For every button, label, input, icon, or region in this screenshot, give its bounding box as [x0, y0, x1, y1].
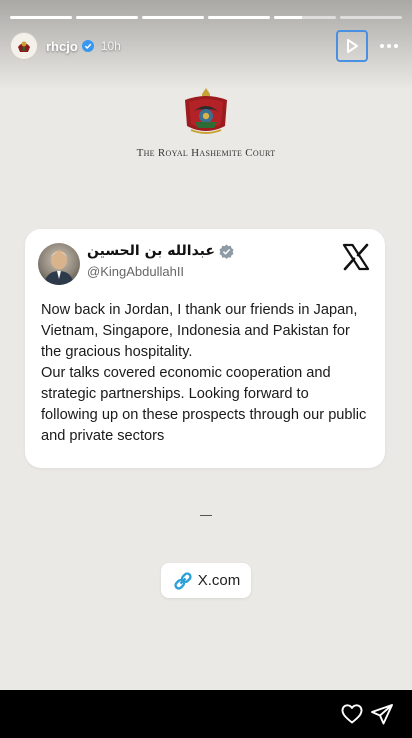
progress-segment — [76, 16, 138, 19]
tweet-text: Now back in Jordan, I thank our friends … — [41, 300, 369, 447]
progress-segment — [340, 16, 402, 19]
progress-segment — [274, 16, 336, 19]
court-title: The Royal Hashemite Court — [136, 147, 276, 159]
tweet-name-row: عبدالله بن الحسين — [87, 243, 234, 259]
play-button[interactable] — [336, 30, 368, 62]
tweet-handle[interactable]: @KingAbdullahII — [87, 264, 184, 279]
story-progress-bar — [10, 16, 402, 19]
story-bottom-bar — [0, 690, 412, 738]
story-timestamp: 10h — [100, 39, 121, 53]
progress-segment-fill — [208, 16, 270, 19]
crest-avatar-icon — [18, 41, 30, 52]
story-viewer: rhcjo 10h The Royal Hashemite Court عبدا… — [0, 0, 412, 738]
tweet-card[interactable]: عبدالله بن الحسين @KingAbdullahII Now ba… — [25, 229, 385, 468]
tweet-author-avatar — [38, 243, 80, 285]
progress-segment-fill — [10, 16, 72, 19]
story-header: rhcjo 10h — [10, 30, 402, 62]
progress-segment-fill — [142, 16, 204, 19]
progress-segment — [10, 16, 72, 19]
play-icon — [347, 39, 358, 53]
link-sticker-label: X.com — [197, 572, 241, 589]
divider — [200, 515, 212, 516]
progress-segment — [142, 16, 204, 19]
more-options-button[interactable] — [376, 30, 402, 62]
progress-segment — [208, 16, 270, 19]
progress-segment-fill — [274, 16, 302, 19]
story-username[interactable]: rhcjo — [46, 39, 78, 54]
link-sticker[interactable]: X.com — [161, 563, 251, 598]
link-icon — [174, 571, 192, 590]
heart-icon[interactable] — [340, 702, 364, 726]
verified-badge-icon — [81, 40, 94, 52]
x-logo-icon — [342, 243, 370, 271]
profile-avatar[interactable] — [10, 32, 38, 60]
tweet-display-name[interactable]: عبدالله بن الحسين — [87, 243, 215, 259]
tweet-paragraph: Now back in Jordan, I thank our friends … — [41, 302, 358, 360]
tweet-paragraph: Our talks covered economic cooperation a… — [41, 365, 367, 444]
royal-crest-logo — [185, 88, 227, 134]
more-icon — [380, 44, 398, 48]
send-icon[interactable] — [370, 702, 394, 726]
verified-badge-icon — [219, 243, 234, 259]
progress-segment-fill — [76, 16, 138, 19]
